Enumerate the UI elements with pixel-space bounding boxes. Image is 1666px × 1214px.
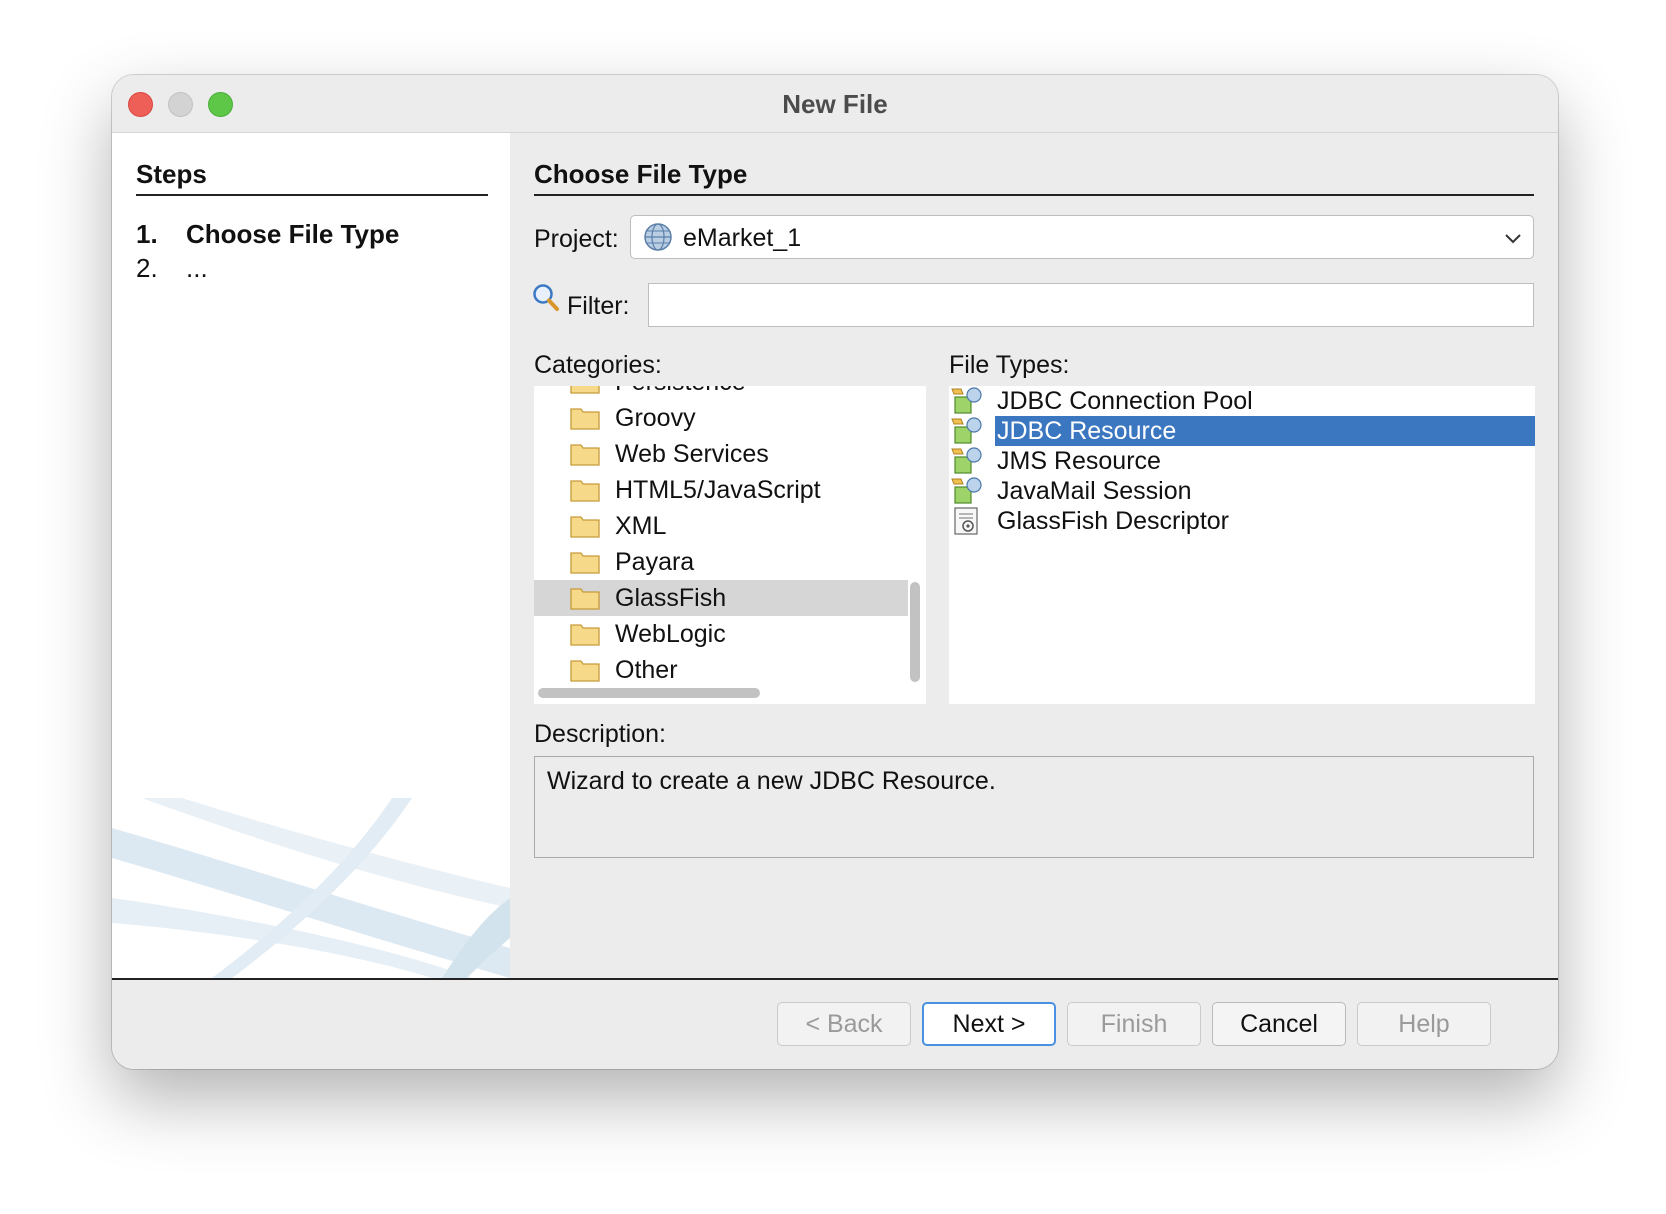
finish-button[interactable]: Finish [1067,1002,1201,1046]
list-item[interactable]: JavaMail Session [949,476,1535,506]
categories-horizontal-scrollbar[interactable] [538,688,760,698]
next-button[interactable]: Next > [922,1002,1056,1046]
server-resource-icon [951,447,982,474]
folder-icon [570,386,600,394]
server-resource-icon [951,477,982,504]
category-label: Groovy [615,404,696,432]
descriptor-file-icon [954,507,978,535]
help-button[interactable]: Help [1357,1002,1491,1046]
folder-icon [570,660,600,682]
folder-icon [570,588,600,610]
step-number: 1. [136,219,158,249]
decorative-swoosh-graphic [112,798,510,978]
list-item[interactable]: Web Services [534,436,908,472]
folder-icon [570,408,600,430]
new-file-dialog: New File Steps 1. Choose File Type 2.... … [112,75,1558,1069]
steps-heading: Steps [136,159,488,196]
category-label: GlassFish [615,584,727,612]
file-types-list[interactable]: JDBC Connection Pool JDBC Resource JMS R… [949,386,1535,704]
category-label: HTML5/JavaScript [615,476,821,504]
list-item[interactable]: HTML5/JavaScript [534,472,908,508]
step-label: Choose File Type [186,219,400,249]
description-box: Wizard to create a new JDBC Resource. [534,756,1534,858]
list-item[interactable]: WebLogic [534,616,908,652]
category-label: Persistence [615,386,746,397]
step-2: 2.... [136,253,208,284]
page-title: Choose File Type [534,159,1534,196]
file-type-label: JDBC Connection Pool [997,387,1253,415]
list-item[interactable]: Other [534,652,908,688]
steps-panel: Steps 1. Choose File Type 2.... [112,133,510,978]
server-resource-icon [951,387,982,414]
categories-vertical-scrollbar[interactable] [910,582,920,682]
categories-list[interactable]: Persistence Groovy Web Services HTML5/Ja… [534,386,926,704]
file-type-label: JMS Resource [997,447,1161,475]
category-label: Web Services [615,440,769,468]
chevron-down-icon [1505,234,1521,244]
file-type-label: JDBC Resource [995,416,1535,446]
list-item[interactable]: Groovy [534,400,908,436]
server-resource-icon [951,417,982,444]
list-item-selected[interactable]: GlassFish [534,580,908,616]
title-bar: New File [112,75,1558,133]
category-label: Payara [615,548,695,576]
category-label: WebLogic [615,620,726,648]
file-type-label: GlassFish Descriptor [997,507,1229,535]
folder-icon [570,624,600,646]
filter-input[interactable] [648,283,1534,327]
categories-label: Categories: [534,351,662,379]
button-bar: < Back Next > Finish Cancel Help [112,978,1558,1069]
window-title: New File [782,89,888,119]
list-item-selected[interactable]: JDBC Resource [949,416,1535,446]
back-button[interactable]: < Back [777,1002,911,1046]
step-1: 1. Choose File Type [136,219,399,250]
file-types-label: File Types: [949,351,1070,379]
folder-icon [570,552,600,574]
step-label: ... [186,253,208,283]
list-item[interactable]: Persistence [534,386,908,400]
list-item[interactable]: GlassFish Descriptor [949,506,1535,536]
step-number: 2. [136,253,158,283]
cancel-button[interactable]: Cancel [1212,1002,1346,1046]
category-label: XML [615,512,667,540]
list-item[interactable]: XML [534,508,908,544]
description-text: Wizard to create a new JDBC Resource. [547,767,996,795]
folder-icon [570,516,600,538]
filter-label: Filter: [567,292,630,320]
project-value: eMarket_1 [683,224,802,252]
project-dropdown[interactable]: eMarket_1 [630,215,1534,259]
file-type-label: JavaMail Session [997,477,1192,505]
list-item[interactable]: JDBC Connection Pool [949,386,1535,416]
category-label: Other [615,656,678,684]
description-label: Description: [534,720,666,748]
list-item[interactable]: JMS Resource [949,446,1535,476]
main-panel: Choose File Type Project: eMarket_1 Filt… [510,133,1558,978]
globe-icon [644,223,672,251]
search-icon [533,284,559,311]
folder-icon [570,480,600,502]
list-item[interactable]: Payara [534,544,908,580]
folder-icon [570,444,600,466]
project-label: Project: [534,225,619,253]
